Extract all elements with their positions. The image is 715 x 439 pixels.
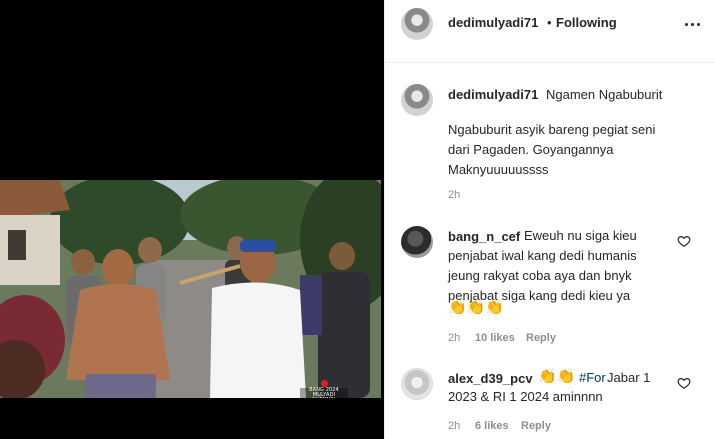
comment-timestamp[interactable]: 2h bbox=[448, 332, 460, 344]
caption-username-link[interactable]: dedimulyadi71 bbox=[448, 87, 538, 102]
comment-text-line: Eweuh nu siga kieu bbox=[524, 228, 637, 243]
comment-reply-button[interactable]: Reply bbox=[526, 332, 556, 344]
caption-timestamp[interactable]: 2h bbox=[448, 189, 460, 201]
channel-watermark: BANG 2024 MULYADI CHANNEL bbox=[300, 380, 348, 398]
like-comment-heart-icon[interactable] bbox=[677, 234, 691, 248]
following-button[interactable]: Following bbox=[556, 15, 617, 30]
commenter-avatar[interactable] bbox=[401, 368, 433, 400]
comment-likes-link[interactable]: 6 likes bbox=[475, 420, 509, 432]
channel-watermark-text: BANG 2024 MULYADI CHANNEL bbox=[300, 388, 348, 398]
post-details-panel: dedimulyadi71 • Following dedimulyadi71 … bbox=[384, 0, 715, 439]
comment-text-line: jeung rakyat coba aya dan bnyk bbox=[448, 268, 632, 283]
like-comment-heart-icon[interactable] bbox=[677, 376, 691, 390]
caption-title: Ngamen Ngabuburit bbox=[546, 87, 663, 102]
post-header: dedimulyadi71 • Following bbox=[385, 0, 715, 63]
clapping-emoji: 👏👏👏 bbox=[448, 299, 505, 316]
comment-text-line: penjabat iwal kang dedi humanis bbox=[448, 248, 637, 263]
post-video[interactable]: BANG 2024 MULYADI CHANNEL bbox=[0, 180, 381, 398]
comment-reply-button[interactable]: Reply bbox=[521, 420, 551, 432]
dot bbox=[684, 22, 688, 26]
comment-text-line: 2023 & RI 1 2024 aminnnn bbox=[448, 389, 603, 404]
post-media-panel: BANG 2024 MULYADI CHANNEL bbox=[0, 0, 384, 439]
header-separator: • bbox=[547, 15, 552, 30]
hashtag-link[interactable]: #For bbox=[579, 368, 606, 388]
comment-text-line: Jabar 1 bbox=[607, 370, 651, 385]
caption-text: Ngabuburit asyik bareng pegiat seni dari… bbox=[448, 122, 656, 177]
dot bbox=[696, 22, 700, 26]
comment-timestamp[interactable]: 2h bbox=[448, 420, 460, 432]
video-frame-illustration bbox=[0, 180, 381, 398]
comment-likes-link[interactable]: 10 likes bbox=[475, 332, 515, 344]
more-options-icon[interactable] bbox=[681, 17, 703, 31]
record-dot-icon bbox=[320, 380, 328, 387]
author-username-link[interactable]: dedimulyadi71 bbox=[448, 15, 538, 30]
clapping-emoji: 👏👏 bbox=[538, 368, 576, 385]
commenter-avatar[interactable] bbox=[401, 226, 433, 258]
dot bbox=[690, 22, 694, 26]
caption-author-avatar[interactable] bbox=[401, 84, 433, 116]
comment-username-link[interactable]: alex_d39_pcv bbox=[448, 371, 533, 386]
comment-username-link[interactable]: bang_n_cef bbox=[448, 229, 520, 244]
author-avatar[interactable] bbox=[401, 8, 433, 40]
